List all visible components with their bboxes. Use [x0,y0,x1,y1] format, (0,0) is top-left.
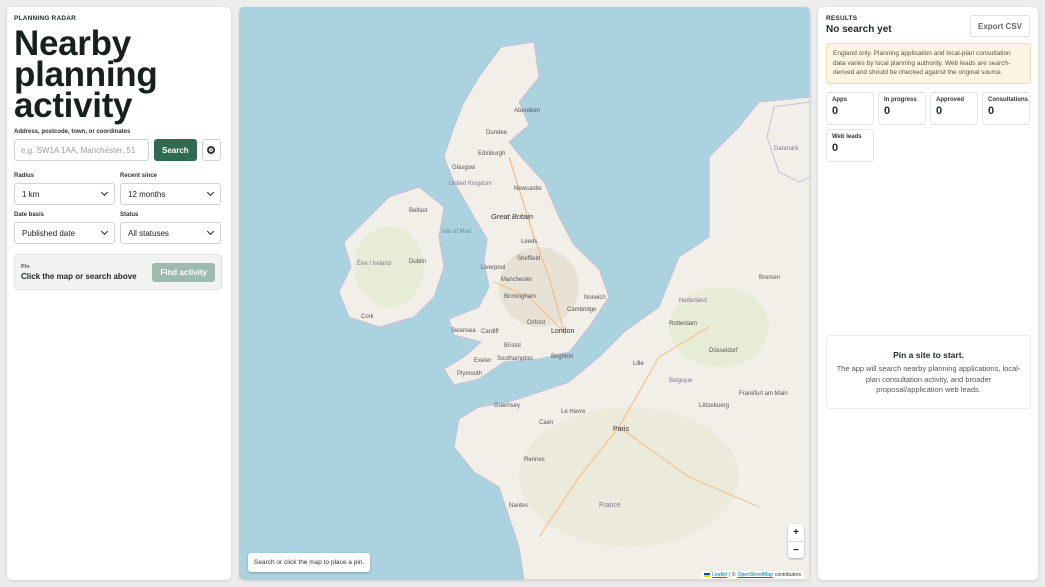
map-label-dublin: Dublin [409,259,426,265]
map-label-rotterdam: Rotterdam [669,321,697,327]
chevron-down-icon [206,227,215,236]
empty-state-title: Pin a site to start. [893,350,964,360]
map-hint: Search or click the map to place a pin. [248,553,371,572]
stat-consultations: Consultations 0 [982,91,1030,125]
export-csv-button[interactable]: Export CSV [969,15,1030,37]
chevron-down-icon [206,188,215,197]
map-label-leeds: Leeds [521,239,537,245]
page-title: Nearby planning activity [14,24,158,125]
map-label-edinburgh: Edinburgh [478,151,505,157]
date-basis-select[interactable]: Published date [14,222,115,244]
locate-button[interactable] [201,139,221,161]
stat-web-leads: Web leads 0 [826,128,874,162]
find-activity-button[interactable]: Find activity [152,262,215,282]
recent-field: Recent since 12 months [120,173,221,205]
ukraine-flag-icon [704,573,711,577]
map-label-nantes: Nantes [509,503,528,509]
map-label-glasgow: Glasgow [452,165,476,171]
pin-value: Click the map or search above [21,271,137,281]
recent-select[interactable]: 12 months [120,183,221,205]
results-eyebrow: RESULTS [826,15,858,22]
map-label-cardiff: Cardiff [481,329,499,335]
stats-grid: Apps 0 In progress 0 Approved 0 Consulta… [826,91,1032,162]
empty-state-body: The app will search nearby planning appl… [836,364,1021,394]
results-title: No search yet [826,24,892,35]
map-label-manchester: Manchester [501,277,532,283]
search-input[interactable] [14,139,149,161]
results-panel: RESULTS No search yet Export CSV England… [818,7,1038,580]
map-label-cork: Cork [361,314,375,320]
empty-state: Pin a site to start. The app will search… [826,335,1031,409]
map-label-paris: Paris [613,426,629,433]
search-row: Search [14,139,224,161]
status-field: Status All statuses [120,212,221,244]
map-label-oxford: Oxford [527,320,545,326]
chevron-down-icon [100,227,109,236]
search-label: Address, postcode, town, or coordinates [14,129,131,135]
map-attribution: Leaflet | © OpenStreetMap contributors [701,571,804,579]
results-header: RESULTS No search yet Export CSV [826,15,1030,37]
map-label-lille: Lille [633,361,644,367]
map[interactable]: Aberdeen Dundee Edinburgh Glasgow United… [239,7,810,580]
map-label-rennes: Rennes [524,457,545,463]
chevron-down-icon [100,188,109,197]
status-select[interactable]: All statuses [120,222,221,244]
controls-panel: PLANNING RADAR Nearby planning activity … [7,7,231,580]
map-label-le-havre: Le Havre [561,409,586,415]
map-tiles[interactable]: Aberdeen Dundee Edinburgh Glasgow United… [239,7,810,580]
map-label-swansea: Swansea [451,328,476,334]
pin-label: Pin [21,263,30,270]
radius-select[interactable]: 1 km [14,183,115,205]
pin-box: Pin Click the map or search above Find a… [14,254,222,290]
locate-icon [207,146,216,154]
map-label-belfast: Belfast [409,208,428,214]
map-label-cambridge: Cambridge [567,307,597,313]
date-basis-field: Date basis Published date [14,212,115,244]
map-label-sheffield: Sheffield [517,256,540,262]
map-label-great-britain: Great Britain [491,212,533,221]
map-label-bristol: Bristol [504,343,521,349]
map-label-aberdeen: Aberdeen [514,108,540,114]
map-label-norwich: Norwich [584,295,606,301]
map-label-southampton: Southampton [497,356,533,362]
map-label-guernsey: Guernsey [494,403,520,409]
search-button[interactable]: Search [154,139,197,161]
radius-field: Radius 1 km [14,173,115,205]
map-label-united-kingdom: United Kingdom [449,181,492,187]
map-label-newcastle: Newcastle [514,186,542,192]
map-label-birmingham: Birmingham [504,294,536,300]
map-label-liverpool: Liverpool [481,265,505,271]
map-label-plymouth: Plymouth [457,371,482,377]
filters: Radius 1 km Recent since 12 months Date … [14,173,224,244]
stat-in-progress: In progress 0 [878,91,926,125]
map-label-danmark: Danmark [774,146,799,152]
leaflet-link[interactable]: Leaflet [712,572,727,578]
zoom-in-button[interactable]: + [788,524,804,541]
coverage-notice: England only. Planning application and l… [826,43,1031,84]
map-label-dusseldorf: Düsseldorf [709,348,738,354]
zoom-out-button[interactable]: − [788,541,804,558]
map-label-france: France [599,502,621,509]
map-label-isle-of-man: Isle of Man [442,229,471,235]
map-label-caen: Caen [539,420,553,426]
map-label-london: London [551,328,574,335]
map-label-luxembourg: Lëtzebuerg [699,403,729,409]
map-label-eire: Éire / Ireland [357,260,391,267]
map-label-frankfurt: Frankfurt am Main [739,391,788,397]
stat-apps: Apps 0 [826,91,874,125]
map-label-belgique: Belgique [669,378,693,384]
zoom-control: + − [788,524,804,558]
map-label-brighton: Brighton [551,354,573,360]
map-label-bremen: Bremen [759,275,780,281]
osm-link[interactable]: OpenStreetMap [738,572,773,578]
app-eyebrow: PLANNING RADAR [14,15,77,22]
map-label-dundee: Dundee [486,130,508,136]
stat-approved: Approved 0 [930,91,978,125]
map-label-exeter: Exeter [474,358,491,364]
map-label-nederland: Nederland [679,298,707,304]
